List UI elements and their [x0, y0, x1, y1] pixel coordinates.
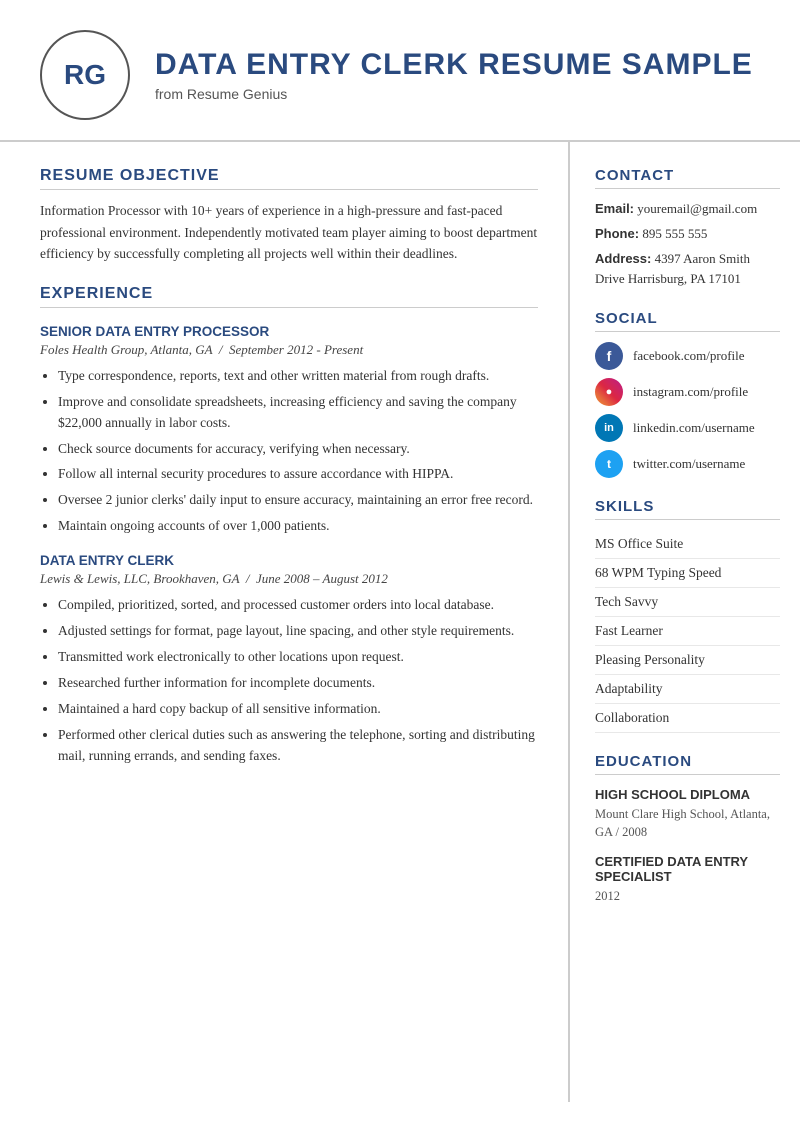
bullet-item: Compiled, prioritized, sorted, and proce… [58, 595, 538, 616]
resume-subtitle: from Resume Genius [155, 86, 753, 102]
social-facebook: f facebook.com/profile [595, 342, 780, 370]
linkedin-icon: in [595, 414, 623, 442]
linkedin-url: linkedin.com/username [633, 420, 755, 436]
bullet-item: Performed other clerical duties such as … [58, 725, 538, 767]
twitter-url: twitter.com/username [633, 456, 745, 472]
job-meta-2: Lewis & Lewis, LLC, Brookhaven, GA / Jun… [40, 571, 538, 587]
edu-entry-1: HIGH SCHOOL DIPLOMA Mount Clare High Sch… [595, 787, 780, 843]
email-value: youremail@gmail.com [637, 201, 757, 216]
instagram-url: instagram.com/profile [633, 384, 748, 400]
job-title-1: SENIOR DATA ENTRY PROCESSOR [40, 324, 538, 339]
bullet-item: Transmitted work electronically to other… [58, 647, 538, 668]
education-title: EDUCATION [595, 753, 780, 775]
edu-entry-2: CERTIFIED DATA ENTRY SPECIALIST 2012 [595, 854, 780, 906]
social-linkedin: in linkedin.com/username [595, 414, 780, 442]
edu-meta-1: Mount Clare High School, Atlanta, GA / 2… [595, 805, 780, 843]
job-entry-1: SENIOR DATA ENTRY PROCESSOR Foles Health… [40, 324, 538, 537]
email-label: Email: [595, 201, 634, 216]
bullet-item: Adjusted settings for format, page layou… [58, 621, 538, 642]
main-layout: RESUME OBJECTIVE Information Processor w… [0, 142, 800, 1102]
job-entry-2: DATA ENTRY CLERK Lewis & Lewis, LLC, Bro… [40, 553, 538, 766]
resume-header: RG DATA ENTRY CLERK RESUME SAMPLE from R… [0, 0, 800, 142]
job-company-1: Foles Health Group, Atlanta, GA [40, 342, 212, 357]
skill-item: MS Office Suite [595, 530, 780, 559]
objective-title: RESUME OBJECTIVE [40, 167, 538, 190]
social-title: SOCIAL [595, 310, 780, 332]
bullet-item: Maintained a hard copy backup of all sen… [58, 699, 538, 720]
job-meta-1: Foles Health Group, Atlanta, GA / Septem… [40, 342, 538, 358]
education-section: EDUCATION HIGH SCHOOL DIPLOMA Mount Clar… [595, 753, 780, 906]
skills-title: SKILLS [595, 498, 780, 520]
edu-degree-2: CERTIFIED DATA ENTRY SPECIALIST [595, 854, 780, 884]
contact-phone: Phone: 895 555 555 [595, 224, 780, 244]
contact-email: Email: youremail@gmail.com [595, 199, 780, 219]
skill-item: Tech Savvy [595, 588, 780, 617]
contact-section: CONTACT Email: youremail@gmail.com Phone… [595, 167, 780, 290]
instagram-icon: ● [595, 378, 623, 406]
job-title-2: DATA ENTRY CLERK [40, 553, 538, 568]
skills-section: SKILLS MS Office Suite 68 WPM Typing Spe… [595, 498, 780, 733]
twitter-icon: t [595, 450, 623, 478]
objective-text: Information Processor with 10+ years of … [40, 200, 538, 265]
left-column: RESUME OBJECTIVE Information Processor w… [0, 142, 570, 1102]
skill-item: 68 WPM Typing Speed [595, 559, 780, 588]
skill-item: Fast Learner [595, 617, 780, 646]
bullet-item: Maintain ongoing accounts of over 1,000 … [58, 516, 538, 537]
job-bullets-1: Type correspondence, reports, text and o… [40, 366, 538, 537]
skill-item: Adaptability [595, 675, 780, 704]
logo-initials: RG [64, 59, 106, 91]
address-label: Address: [595, 251, 651, 266]
facebook-icon: f [595, 342, 623, 370]
bullet-item: Check source documents for accuracy, ver… [58, 439, 538, 460]
job-dates-1: September 2012 - Present [229, 342, 363, 357]
header-text: DATA ENTRY CLERK RESUME SAMPLE from Resu… [155, 48, 753, 102]
experience-section: EXPERIENCE SENIOR DATA ENTRY PROCESSOR F… [40, 285, 538, 767]
phone-value: 895 555 555 [642, 226, 707, 241]
facebook-url: facebook.com/profile [633, 348, 745, 364]
job-dates-2: June 2008 – August 2012 [256, 571, 388, 586]
edu-degree-1: HIGH SCHOOL DIPLOMA [595, 787, 780, 802]
bullet-item: Researched further information for incom… [58, 673, 538, 694]
social-twitter: t twitter.com/username [595, 450, 780, 478]
phone-label: Phone: [595, 226, 639, 241]
social-section: SOCIAL f facebook.com/profile ● instagra… [595, 310, 780, 478]
edu-meta-2: 2012 [595, 887, 780, 906]
bullet-item: Oversee 2 junior clerks' daily input to … [58, 490, 538, 511]
logo-circle: RG [40, 30, 130, 120]
resume-title: DATA ENTRY CLERK RESUME SAMPLE [155, 48, 753, 82]
skill-item: Pleasing Personality [595, 646, 780, 675]
contact-address: Address: 4397 Aaron Smith Drive Harrisbu… [595, 249, 780, 289]
job-company-2: Lewis & Lewis, LLC, Brookhaven, GA [40, 571, 239, 586]
bullet-item: Follow all internal security procedures … [58, 464, 538, 485]
bullet-item: Improve and consolidate spreadsheets, in… [58, 392, 538, 434]
right-column: CONTACT Email: youremail@gmail.com Phone… [570, 142, 800, 1102]
experience-title: EXPERIENCE [40, 285, 538, 308]
social-instagram: ● instagram.com/profile [595, 378, 780, 406]
bullet-item: Type correspondence, reports, text and o… [58, 366, 538, 387]
objective-section: RESUME OBJECTIVE Information Processor w… [40, 167, 538, 265]
skill-item: Collaboration [595, 704, 780, 733]
job-bullets-2: Compiled, prioritized, sorted, and proce… [40, 595, 538, 766]
contact-title: CONTACT [595, 167, 780, 189]
